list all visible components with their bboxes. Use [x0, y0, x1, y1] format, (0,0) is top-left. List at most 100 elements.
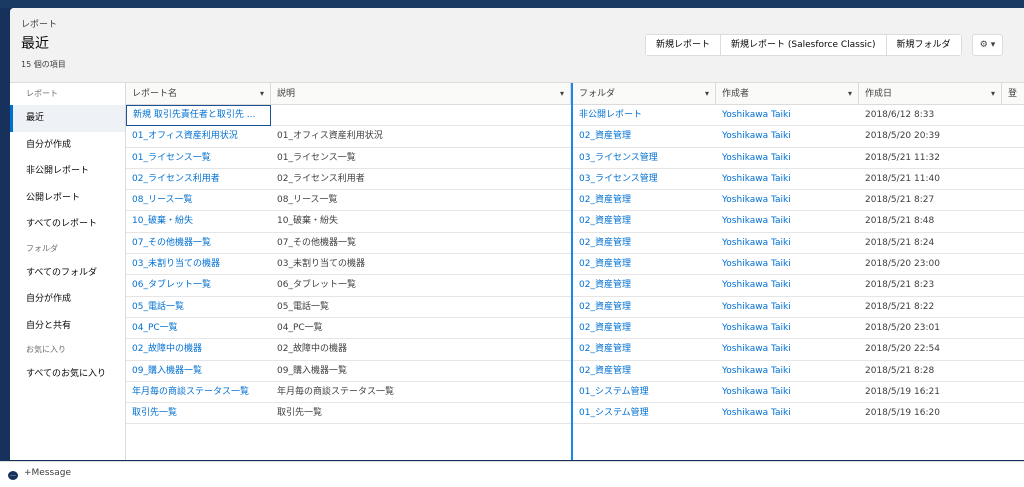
- sidebar-item-folders-created-by-me[interactable]: 自分が作成: [10, 286, 125, 313]
- report-name-link[interactable]: 02_故障中の機器: [126, 339, 271, 360]
- reports-table: レポート名 ▾ 説明 ▾ フォルダ ▾ 作成者 ▾ 作成日 ▾ 登 新規 取引先…: [126, 83, 1024, 460]
- created-by-link[interactable]: Yoshikawa Taiki: [716, 233, 859, 254]
- description-cell: 年月毎の商談ステータス一覧: [277, 386, 395, 397]
- description-cell: 10_破棄・紛失: [277, 216, 338, 227]
- table-row: 09_購入機器一覧 09_購入機器一覧 02_資産管理 Yoshikawa Taiki…: [126, 361, 1024, 382]
- created-date-cell: 2018/5/19 16:20: [865, 408, 940, 419]
- column-header-created-by[interactable]: 作成者 ▾: [716, 83, 859, 105]
- chevron-down-icon[interactable]: ▾: [260, 83, 264, 105]
- folder-link[interactable]: 非公開レポート: [573, 105, 716, 126]
- report-name-link[interactable]: 年月毎の商談ステータス一覧: [126, 382, 271, 403]
- folder-link[interactable]: 02_資産管理: [573, 318, 716, 339]
- table-header: レポート名 ▾ 説明 ▾ フォルダ ▾ 作成者 ▾ 作成日 ▾ 登: [126, 83, 1024, 105]
- created-by-link[interactable]: Yoshikawa Taiki: [716, 361, 859, 382]
- created-date-cell: 2018/5/20 23:00: [865, 259, 940, 270]
- created-date-cell: 2018/5/21 8:27: [865, 195, 935, 206]
- page-header: レポート 最近 15 個の項目 新規レポート 新規レポート (Salesforc…: [10, 8, 1024, 83]
- column-header-report-name[interactable]: レポート名 ▾: [126, 83, 271, 105]
- report-name-link[interactable]: 02_ライセンス利用者: [126, 169, 271, 190]
- folder-link[interactable]: 03_ライセンス管理: [573, 148, 716, 169]
- created-by-link[interactable]: Yoshikawa Taiki: [716, 339, 859, 360]
- report-name-link[interactable]: 01_オフィス資産利用状況: [126, 126, 271, 147]
- column-header-next[interactable]: 登: [1002, 83, 1024, 105]
- column-header-label: 登: [1008, 89, 1018, 99]
- created-by-link[interactable]: Yoshikawa Taiki: [716, 190, 859, 211]
- folder-link[interactable]: 02_資産管理: [573, 211, 716, 232]
- sidebar-item-all-favorites[interactable]: すべてのお気に入り: [10, 361, 125, 388]
- description-cell: 03_未割り当ての機器: [277, 259, 365, 270]
- folder-link[interactable]: 02_資産管理: [573, 190, 716, 211]
- report-name-link[interactable]: 05_電話一覧: [126, 297, 271, 318]
- report-name-link[interactable]: 03_未割り当ての機器: [126, 254, 271, 275]
- created-by-link[interactable]: Yoshikawa Taiki: [716, 148, 859, 169]
- report-name-link[interactable]: 08_リース一覧: [126, 190, 271, 211]
- sidebar-item-created-by-me[interactable]: 自分が作成: [10, 132, 125, 159]
- created-date-cell: 2018/5/21 11:40: [865, 173, 940, 184]
- report-name-link[interactable]: 09_購入機器一覧: [126, 361, 271, 382]
- description-cell: 取引先一覧: [277, 408, 323, 419]
- gear-icon[interactable]: ⚙ ▾: [972, 34, 1003, 56]
- column-divider[interactable]: [571, 83, 573, 460]
- created-by-link[interactable]: Yoshikawa Taiki: [716, 105, 859, 126]
- folder-link[interactable]: 01_システム管理: [573, 382, 716, 403]
- report-name-link[interactable]: 10_破棄・紛失: [126, 211, 271, 232]
- description-cell: 06_タブレット一覧: [277, 280, 356, 291]
- table-row: 年月毎の商談ステータス一覧 年月毎の商談ステータス一覧 01_システム管理 Yoshi…: [126, 382, 1024, 404]
- report-name-link[interactable]: 01_ライセンス一覧: [126, 148, 271, 169]
- new-report-button[interactable]: 新規レポート: [646, 35, 722, 55]
- column-header-label: フォルダ: [579, 89, 616, 99]
- top-strip: [0, 0, 1024, 8]
- description-cell: [271, 105, 571, 126]
- table-row: 01_オフィス資産利用状況 01_オフィス資産利用状況 02_資産管理 Yoshika…: [126, 126, 1024, 148]
- report-name-link[interactable]: 06_タブレット一覧: [126, 275, 271, 296]
- chevron-down-icon[interactable]: ▾: [705, 83, 709, 105]
- object-label: レポート: [21, 20, 58, 30]
- folder-link[interactable]: 01_システム管理: [573, 403, 716, 424]
- chevron-down-icon[interactable]: ▾: [848, 83, 852, 105]
- created-by-link[interactable]: Yoshikawa Taiki: [716, 254, 859, 275]
- column-header-description[interactable]: 説明 ▾: [271, 83, 571, 105]
- sidebar-item-shared-with-me[interactable]: 自分と共有: [10, 313, 125, 340]
- folder-link[interactable]: 02_資産管理: [573, 254, 716, 275]
- created-by-link[interactable]: Yoshikawa Taiki: [716, 382, 859, 403]
- created-by-link[interactable]: Yoshikawa Taiki: [716, 318, 859, 339]
- chevron-down-icon[interactable]: ▾: [991, 83, 995, 105]
- chat-bubble-icon[interactable]: …: [8, 471, 18, 480]
- folder-link[interactable]: 02_資産管理: [573, 339, 716, 360]
- sidebar: レポート 最近 自分が作成 非公開レポート 公開レポート すべてのレポート フォ…: [10, 83, 126, 460]
- description-cell: 07_その他機器一覧: [277, 237, 356, 248]
- sidebar-item-public-reports[interactable]: 公開レポート: [10, 185, 125, 212]
- sidebar-item-all-reports[interactable]: すべてのレポート: [10, 211, 125, 238]
- message-button[interactable]: +Message: [24, 468, 71, 478]
- new-folder-button[interactable]: 新規フォルダ: [886, 35, 961, 55]
- created-by-link[interactable]: Yoshikawa Taiki: [716, 169, 859, 190]
- created-date-cell: 2018/5/20 20:39: [865, 131, 940, 142]
- created-date-cell: 2018/5/21 8:28: [865, 365, 935, 376]
- folder-link[interactable]: 03_ライセンス管理: [573, 169, 716, 190]
- created-by-link[interactable]: Yoshikawa Taiki: [716, 403, 859, 424]
- sidebar-section-reports: レポート: [26, 89, 58, 98]
- report-name-link[interactable]: 07_その他機器一覧: [126, 233, 271, 254]
- sidebar-item-all-folders[interactable]: すべてのフォルダ: [10, 260, 125, 287]
- report-name-link[interactable]: 04_PC一覧: [126, 318, 271, 339]
- sidebar-item-private-reports[interactable]: 非公開レポート: [10, 158, 125, 185]
- created-by-link[interactable]: Yoshikawa Taiki: [716, 211, 859, 232]
- new-report-classic-button[interactable]: 新規レポート (Salesforce Classic): [721, 35, 887, 55]
- column-header-created-date[interactable]: 作成日 ▾: [859, 83, 1002, 105]
- created-by-link[interactable]: Yoshikawa Taiki: [716, 126, 859, 147]
- folder-link[interactable]: 02_資産管理: [573, 297, 716, 318]
- folder-link[interactable]: 02_資産管理: [573, 126, 716, 147]
- sidebar-item-recent[interactable]: 最近: [10, 105, 125, 132]
- created-date-cell: 2018/5/20 23:01: [865, 322, 940, 333]
- reports-card: レポート 最近 15 個の項目 新規レポート 新規レポート (Salesforc…: [10, 8, 1024, 460]
- created-by-link[interactable]: Yoshikawa Taiki: [716, 297, 859, 318]
- created-by-link[interactable]: Yoshikawa Taiki: [716, 275, 859, 296]
- report-name-link[interactable]: 新規 取引先責任者と取引先 ...: [126, 105, 271, 126]
- chevron-down-icon[interactable]: ▾: [560, 83, 564, 105]
- folder-link[interactable]: 02_資産管理: [573, 233, 716, 254]
- report-name-link[interactable]: 取引先一覧: [126, 403, 271, 424]
- folder-link[interactable]: 02_資産管理: [573, 361, 716, 382]
- column-header-folder[interactable]: フォルダ ▾: [573, 83, 716, 105]
- created-date-cell: 2018/5/21 8:22: [865, 301, 935, 312]
- folder-link[interactable]: 02_資産管理: [573, 275, 716, 296]
